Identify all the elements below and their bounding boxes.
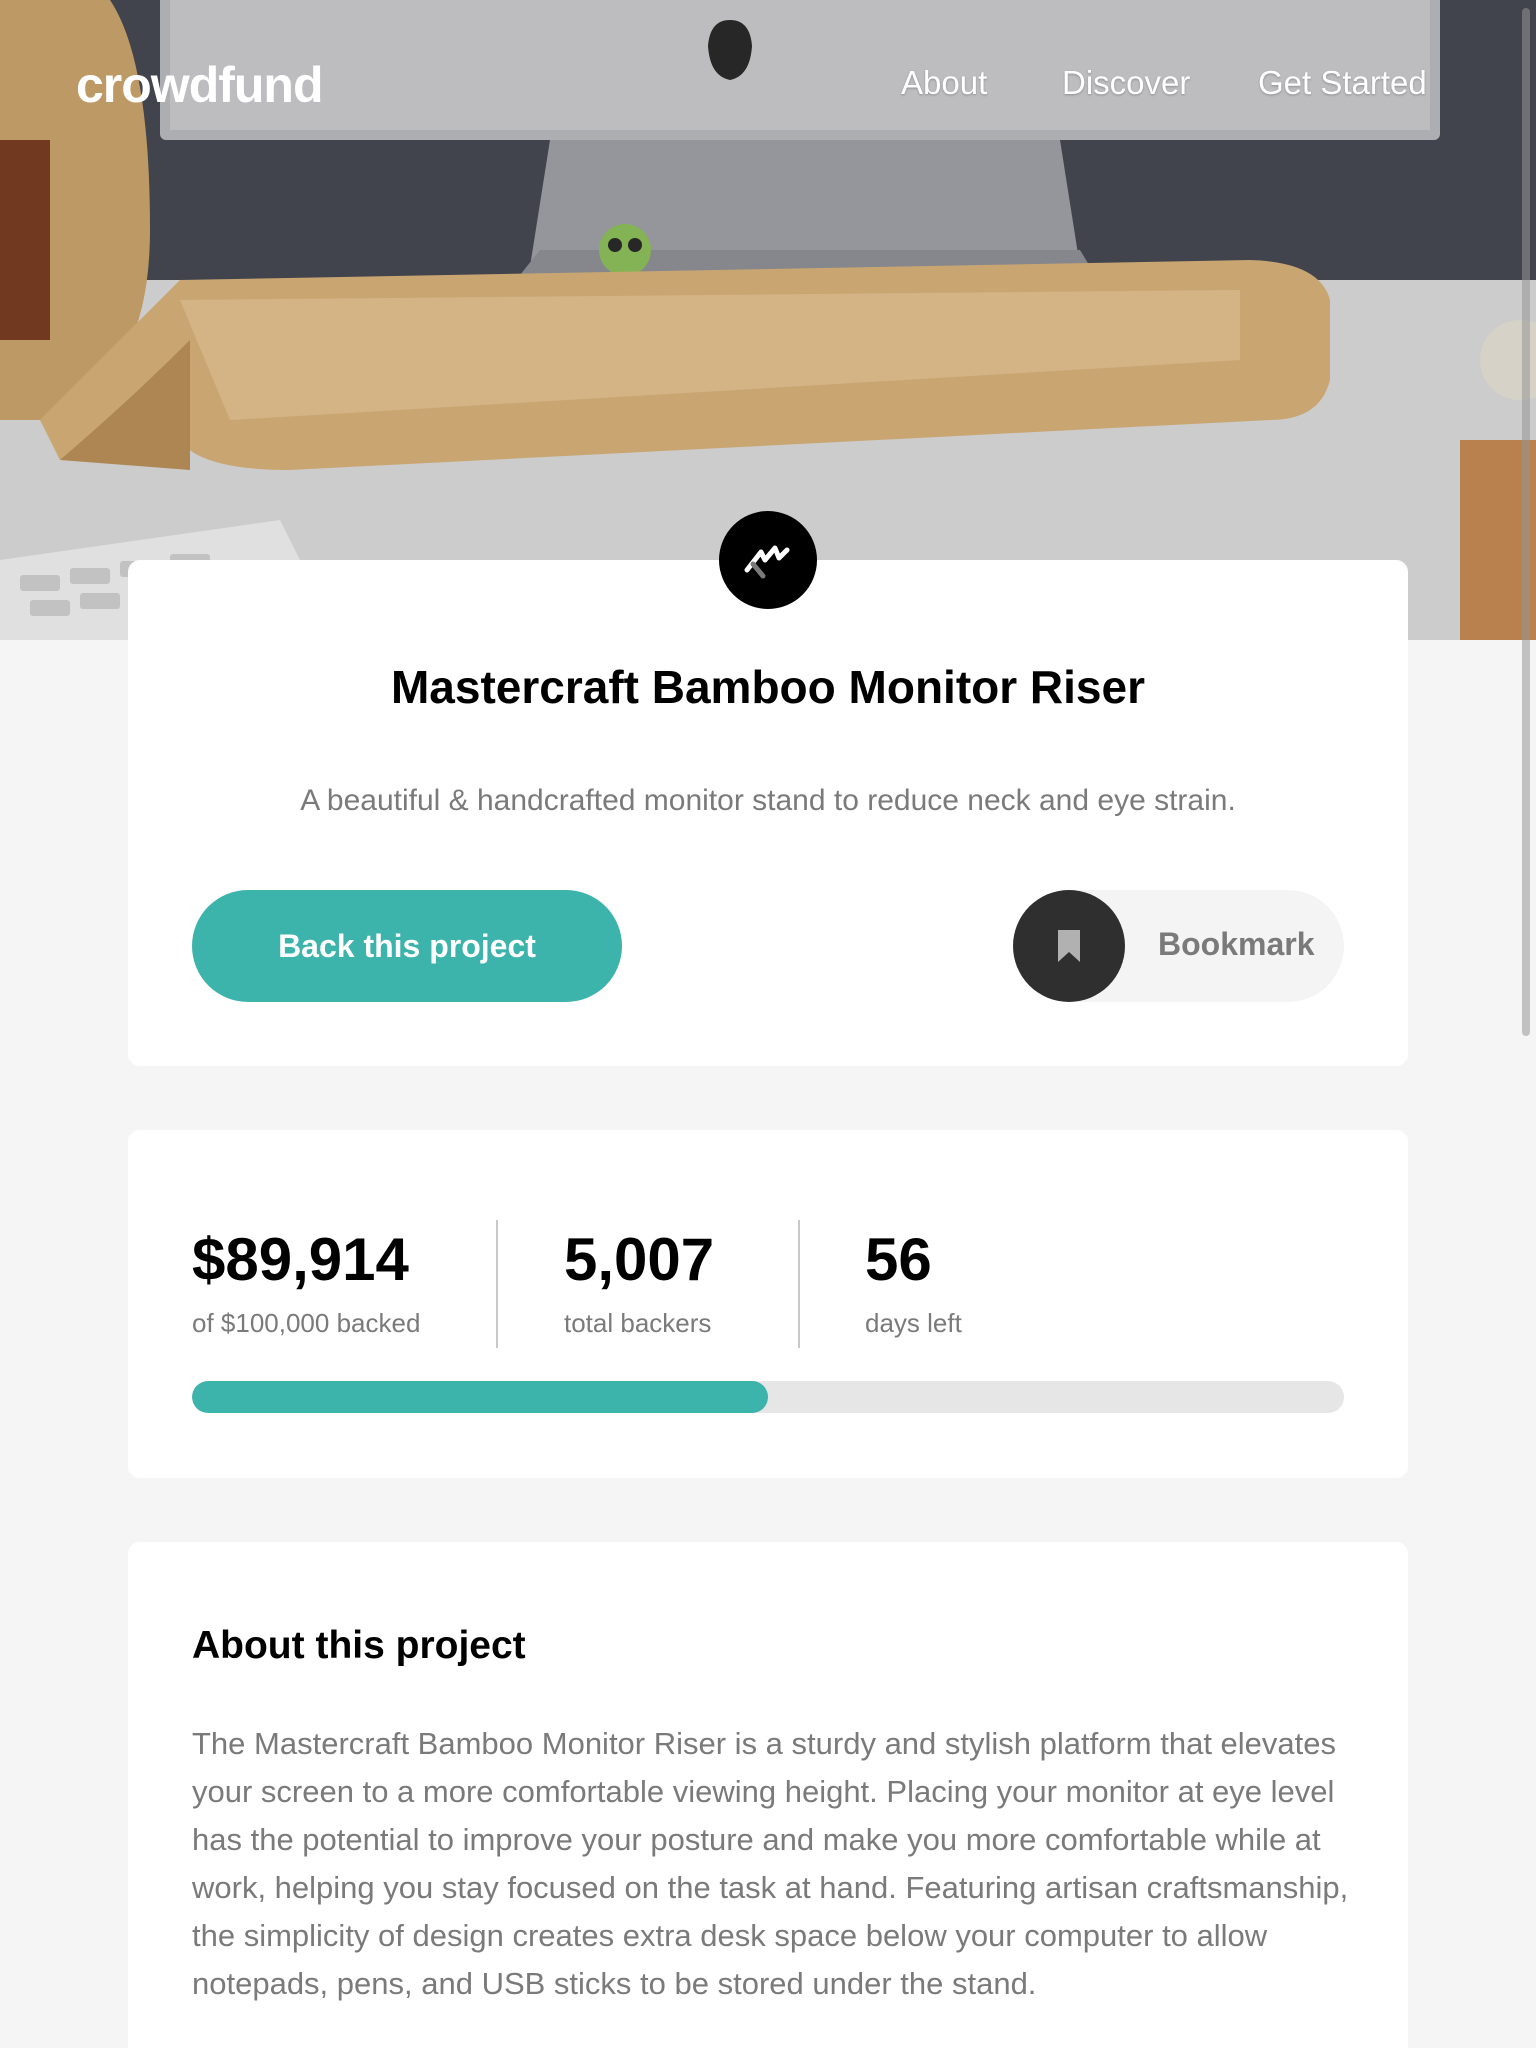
funding-progress-bar <box>192 1381 1344 1413</box>
days-label: days left <box>865 1308 962 1338</box>
scrollbar-thumb[interactable] <box>1522 8 1530 1036</box>
bookmark-button[interactable]: Bookmark <box>1013 890 1344 1002</box>
project-stats-card: $89,914 of $100,000 backed 5,007 total b… <box>128 1130 1408 1478</box>
about-card: About this project The Mastercraft Bambo… <box>128 1542 1408 2048</box>
bookmark-icon <box>1013 890 1125 1002</box>
backers-count: 5,007 <box>564 1226 715 1293</box>
funding-progress-fill <box>192 1381 768 1413</box>
backed-label: of $100,000 backed <box>192 1308 421 1338</box>
days-count: 56 <box>865 1226 932 1293</box>
page: crowdfund About Discover Get Started Mas… <box>0 0 1536 2048</box>
project-intro-card: Mastercraft Bamboo Monitor Riser A beaut… <box>128 560 1408 1066</box>
backed-amount: $89,914 <box>192 1226 409 1293</box>
stat-backers: 5,007 total backers <box>564 1230 714 1339</box>
page-scrollbar[interactable] <box>1518 0 1536 2048</box>
mastercraft-logo-icon <box>719 511 817 609</box>
about-title: About this project <box>192 1624 526 1667</box>
about-body: The Mastercraft Bamboo Monitor Riser is … <box>192 1726 1349 2001</box>
bookmark-label: Bookmark <box>1158 926 1315 962</box>
backers-label: total backers <box>564 1308 712 1338</box>
stat-backed: $89,914 of $100,000 backed <box>192 1230 420 1339</box>
stat-days: 56 days left <box>865 1230 962 1339</box>
project-title: Mastercraft Bamboo Monitor Riser <box>390 661 1145 713</box>
nav-link-about[interactable]: About <box>901 64 987 102</box>
main-nav: About Discover Get Started <box>0 64 1536 114</box>
nav-link-get-started[interactable]: Get Started <box>1258 64 1427 102</box>
back-project-button[interactable]: Back this project <box>192 890 622 1002</box>
nav-link-discover[interactable]: Discover <box>1062 64 1190 102</box>
project-description: A beautiful & handcrafted monitor stand … <box>300 784 1236 817</box>
stat-divider <box>496 1220 498 1348</box>
stat-divider <box>798 1220 800 1348</box>
